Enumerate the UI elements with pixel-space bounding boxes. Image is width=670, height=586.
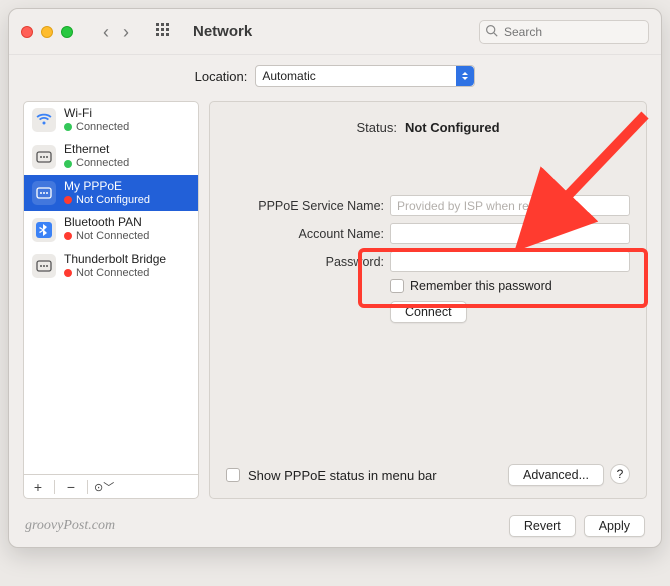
status-dot-icon (64, 160, 72, 168)
show-status-label: Show PPPoE status in menu bar (248, 468, 437, 483)
remember-password-checkbox[interactable] (390, 279, 404, 293)
sidebar-item-my-pppoe[interactable]: My PPPoENot Configured (24, 175, 198, 211)
nav-forward-button[interactable]: › (123, 23, 129, 41)
detail-pane: Status: Not Configured PPPoE Service Nam… (209, 101, 647, 499)
advanced-button[interactable]: Advanced... (508, 464, 604, 486)
connect-wrap: Connect (390, 301, 630, 323)
prefs-window: ‹ › Network Location: Automatic Wi-FiCon… (8, 8, 662, 548)
apply-button[interactable]: Apply (584, 515, 645, 537)
account-name-row: Account Name: (226, 223, 630, 244)
status-value: Not Configured (405, 120, 500, 135)
location-value: Automatic (262, 69, 315, 83)
location-row: Location: Automatic (9, 55, 661, 101)
account-name-label: Account Name: (226, 227, 384, 241)
status-dot-icon (64, 232, 72, 240)
status-dot-icon (64, 269, 72, 277)
service-status: Connected (64, 157, 129, 170)
wifi-icon (32, 108, 56, 132)
help-button[interactable]: ? (610, 464, 630, 484)
ethernet-icon (32, 181, 56, 205)
remember-password-row: Remember this password (390, 279, 630, 293)
location-select[interactable]: Automatic (255, 65, 475, 87)
minimize-button[interactable] (41, 26, 53, 38)
account-name-input[interactable] (390, 223, 630, 244)
sidebar-item-thunderbolt-bridge[interactable]: Thunderbolt BridgeNot Connected (24, 248, 198, 284)
service-actions-button[interactable]: ⊙﹀ (94, 479, 114, 495)
revert-button[interactable]: Revert (509, 515, 576, 537)
service-name: My PPPoE (64, 180, 150, 194)
password-row: Password: (226, 251, 630, 272)
service-name-row: PPPoE Service Name: (226, 195, 630, 216)
nav-arrows: ‹ › (103, 23, 129, 41)
ethernet-icon (32, 254, 56, 278)
remove-service-button[interactable]: − (61, 479, 81, 495)
sidebar-item-wi-fi[interactable]: Wi-FiConnected (24, 102, 198, 138)
service-name-label: PPPoE Service Name: (226, 199, 384, 213)
bluetooth-icon (32, 218, 56, 242)
service-name: Wi-Fi (64, 107, 129, 121)
password-label: Password: (226, 255, 384, 269)
services-sidebar: Wi-FiConnectedEthernetConnectedMy PPPoEN… (23, 101, 199, 499)
sidebar-item-bluetooth-pan[interactable]: Bluetooth PANNot Connected (24, 211, 198, 247)
titlebar: ‹ › Network (9, 9, 661, 55)
status-dot-icon (64, 196, 72, 204)
show-all-icon[interactable] (155, 22, 171, 41)
ethernet-icon (32, 145, 56, 169)
search-input[interactable] (479, 20, 649, 44)
sidebar-item-ethernet[interactable]: EthernetConnected (24, 138, 198, 174)
search-icon (485, 24, 498, 40)
service-name-input[interactable] (390, 195, 630, 216)
show-status-checkbox[interactable] (226, 468, 240, 482)
watermark: groovyPost.com (25, 518, 115, 534)
traffic-lights (21, 26, 73, 38)
content-panes: Wi-FiConnectedEthernetConnectedMy PPPoEN… (9, 101, 661, 509)
search-field-wrap (479, 20, 649, 44)
sidebar-footer: + − ⊙﹀ (24, 474, 198, 498)
nav-back-button[interactable]: ‹ (103, 23, 109, 41)
service-status: Not Connected (64, 267, 166, 280)
service-name: Ethernet (64, 143, 129, 157)
status-row: Status: Not Configured (226, 120, 630, 135)
detail-footer: Show PPPoE status in menu bar Advanced..… (226, 464, 630, 486)
status-label: Status: (356, 120, 396, 135)
add-service-button[interactable]: + (28, 479, 48, 495)
window-title: Network (193, 23, 252, 40)
service-status: Not Configured (64, 194, 150, 207)
service-list: Wi-FiConnectedEthernetConnectedMy PPPoEN… (24, 102, 198, 474)
password-input[interactable] (390, 251, 630, 272)
zoom-button[interactable] (61, 26, 73, 38)
close-button[interactable] (21, 26, 33, 38)
chevron-updown-icon (456, 66, 474, 86)
service-name: Bluetooth PAN (64, 216, 149, 230)
service-name: Thunderbolt Bridge (64, 253, 166, 267)
service-status: Not Connected (64, 230, 149, 243)
status-dot-icon (64, 123, 72, 131)
service-status: Connected (64, 121, 129, 134)
connect-button[interactable]: Connect (390, 301, 467, 323)
bottom-bar: groovyPost.com Revert Apply (9, 509, 661, 547)
location-label: Location: (195, 69, 248, 84)
remember-password-label: Remember this password (410, 279, 552, 293)
